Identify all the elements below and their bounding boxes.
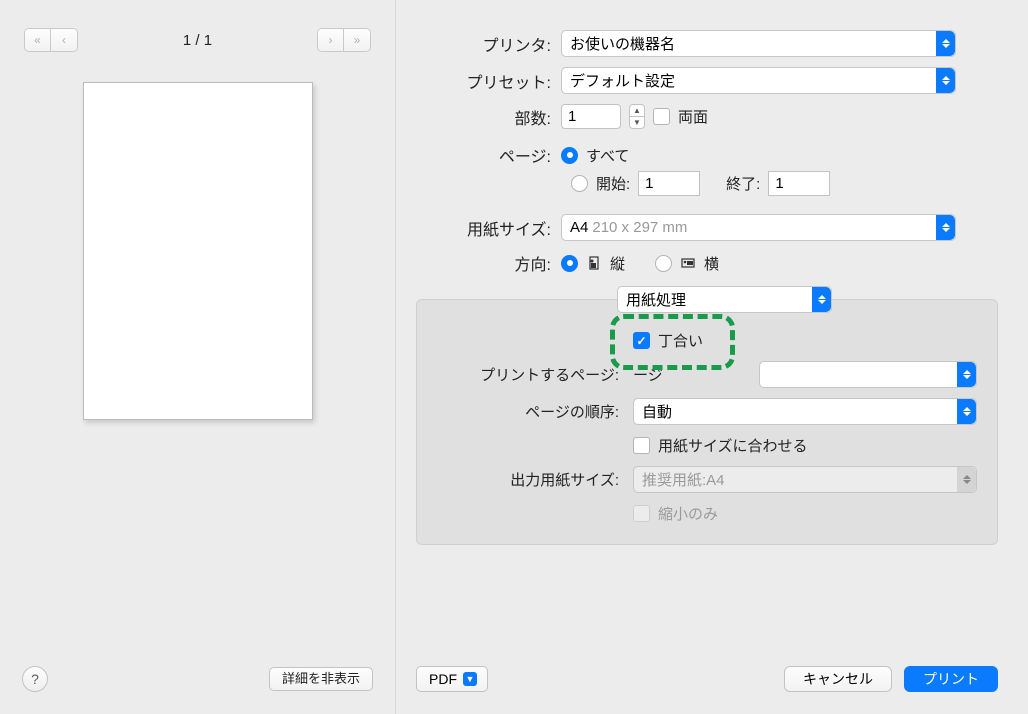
updown-icon <box>936 31 955 56</box>
pages-all-radio[interactable] <box>561 147 578 164</box>
copies-field[interactable] <box>561 104 621 129</box>
page-order-popup[interactable]: 自動 <box>633 398 977 425</box>
page-to-field[interactable] <box>768 171 830 196</box>
portrait-icon <box>586 255 602 271</box>
page-from-field[interactable] <box>638 171 700 196</box>
updown-icon <box>812 287 831 312</box>
landscape-label: 横 <box>704 253 719 274</box>
preview-nav: « ‹ 1 / 1 › » <box>24 28 371 52</box>
last-page-button[interactable]: » <box>344 29 370 51</box>
preset-value: デフォルト設定 <box>570 70 675 91</box>
portrait-radio[interactable] <box>561 255 578 272</box>
stepper-down-icon[interactable]: ▼ <box>630 117 644 128</box>
copies-label: 部数: <box>416 105 561 129</box>
printer-value: お使いの機器名 <box>570 33 675 54</box>
dialog-footer: PDF ▼ キャンセル プリント <box>416 666 998 692</box>
paper-size-popup[interactable]: A4 210 x 297 mm <box>561 214 956 241</box>
landscape-icon <box>680 255 696 271</box>
pages-all-label: すべて <box>586 145 629 166</box>
landscape-radio[interactable] <box>655 255 672 272</box>
left-footer: ? 詳細を非表示 <box>22 666 373 692</box>
shrink-only-label: 縮小のみ <box>658 503 718 524</box>
printer-popup[interactable]: お使いの機器名 <box>561 30 956 57</box>
updown-icon <box>957 467 976 492</box>
pages-to-print-popup[interactable] <box>759 361 977 388</box>
chevron-down-icon: ▼ <box>463 672 477 686</box>
portrait-label: 縦 <box>610 253 625 274</box>
collate-checkbox[interactable] <box>633 332 650 349</box>
section-popup[interactable]: 用紙処理 <box>617 286 832 313</box>
dest-paper-label: 出力用紙サイズ: <box>437 469 633 490</box>
paper-handling-panel: 用紙処理 丁合い プリントするページ: ージ <box>416 299 998 545</box>
pages-to-label: 終了: <box>726 173 760 194</box>
nav-first-prev-group: « ‹ <box>24 28 78 52</box>
paper-size-dims: 210 x 297 mm <box>592 219 687 236</box>
updown-icon <box>936 215 955 240</box>
duplex-checkbox[interactable] <box>653 108 670 125</box>
pages-from-label: 開始: <box>596 173 630 194</box>
collate-label: 丁合い <box>658 330 703 351</box>
preview-area <box>24 82 371 694</box>
paper-size-value: A4 <box>570 219 588 236</box>
fit-to-paper-label: 用紙サイズに合わせる <box>658 435 808 456</box>
page-order-label: ページの順序: <box>437 401 633 422</box>
orientation-label: 方向: <box>416 251 561 275</box>
settings-pane: プリンタ: お使いの機器名 プリセット: デフォルト設定 部数: ▲ ▼ <box>395 0 1028 714</box>
prev-page-button[interactable]: ‹ <box>51 29 77 51</box>
stepper-up-icon[interactable]: ▲ <box>630 105 644 117</box>
page-order-value: 自動 <box>642 401 672 422</box>
updown-icon <box>957 399 976 424</box>
pages-to-print-suffix: ージ <box>633 364 663 385</box>
help-button[interactable]: ? <box>22 666 48 692</box>
copies-stepper[interactable]: ▲ ▼ <box>629 104 645 129</box>
duplex-label: 両面 <box>678 106 708 127</box>
shrink-only-checkbox <box>633 505 650 522</box>
page-indicator: 1 / 1 <box>183 32 212 49</box>
fit-to-paper-checkbox[interactable] <box>633 437 650 454</box>
pdf-menu-button[interactable]: PDF ▼ <box>416 666 488 692</box>
preview-page <box>83 82 313 420</box>
pages-label: ページ: <box>416 143 561 167</box>
cancel-button[interactable]: キャンセル <box>784 666 892 692</box>
pdf-label: PDF <box>429 671 457 687</box>
hide-details-button[interactable]: 詳細を非表示 <box>269 667 373 691</box>
paper-size-label: 用紙サイズ: <box>416 216 561 240</box>
updown-icon <box>936 68 955 93</box>
preset-popup[interactable]: デフォルト設定 <box>561 67 956 94</box>
pages-to-print-label: プリントするページ: <box>437 364 633 385</box>
preview-pane: « ‹ 1 / 1 › » ? 詳細を非表示 <box>0 0 395 714</box>
dest-paper-popup: 推奨用紙:A4 <box>633 466 977 493</box>
pages-range-radio[interactable] <box>571 175 588 192</box>
updown-icon <box>957 362 976 387</box>
preset-label: プリセット: <box>416 69 561 93</box>
first-page-button[interactable]: « <box>25 29 51 51</box>
print-button[interactable]: プリント <box>904 666 998 692</box>
print-dialog: « ‹ 1 / 1 › » ? 詳細を非表示 プリンタ: お使いの機器名 <box>0 0 1028 714</box>
printer-label: プリンタ: <box>416 32 561 56</box>
dest-paper-value: 推奨用紙:A4 <box>642 469 725 490</box>
section-value: 用紙処理 <box>626 289 686 310</box>
next-page-button[interactable]: › <box>318 29 344 51</box>
nav-next-last-group: › » <box>317 28 371 52</box>
